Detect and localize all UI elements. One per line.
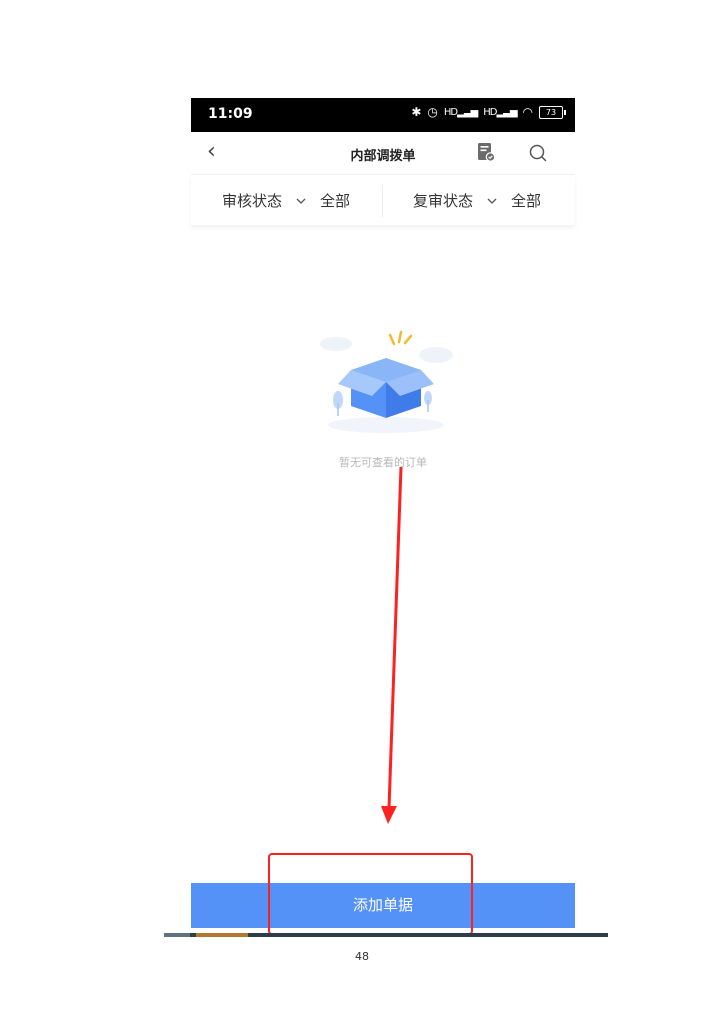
battery-icon: 73: [539, 105, 566, 119]
alarm-icon: ◷: [427, 105, 438, 119]
empty-state-message: 暂无可查看的订单: [339, 456, 427, 469]
audit-status-label: 审核状态: [222, 192, 283, 210]
chevron-down-icon: [487, 198, 497, 204]
empty-box-illustration: [320, 330, 453, 433]
reaudit-status-filter[interactable]: 复审状态 全部: [413, 190, 541, 211]
signal-icon-2: HD▂▃▅: [483, 106, 517, 118]
search-icon[interactable]: [528, 143, 548, 163]
phone-screen: 11:09 ✱ ◷ HD▂▃▅ HD▂▃▅ ◠ 73 ‹ 内部调拨单 审核状态: [191, 98, 575, 930]
status-bar: 11:09 ✱ ◷ HD▂▃▅ HD▂▃▅ ◠ 73: [191, 98, 575, 132]
reaudit-status-value: 全部: [511, 192, 542, 210]
filter-bar: 审核状态 全部 复审状态 全部: [191, 175, 575, 225]
bluetooth-icon: ✱: [411, 105, 422, 119]
page-bottom-strip: [164, 933, 608, 937]
status-icons: ✱ ◷ HD▂▃▅ HD▂▃▅ ◠ 73: [411, 105, 566, 119]
audit-status-filter[interactable]: 审核状态 全部: [222, 190, 350, 211]
signal-icon-1: HD▂▃▅: [443, 106, 478, 118]
reaudit-status-label: 复审状态: [413, 192, 474, 210]
audit-status-value: 全部: [320, 192, 351, 210]
chevron-down-icon: [296, 198, 306, 204]
document-icon[interactable]: [477, 142, 495, 162]
page-title: 内部调拨单: [350, 149, 416, 164]
annotation-highlight-box: [268, 853, 473, 935]
navbar: ‹ 内部调拨单: [191, 132, 575, 175]
page-number: 48: [355, 950, 369, 963]
status-time: 11:09: [208, 106, 253, 122]
wifi-icon: ◠: [522, 105, 533, 119]
filter-divider: [382, 185, 383, 217]
